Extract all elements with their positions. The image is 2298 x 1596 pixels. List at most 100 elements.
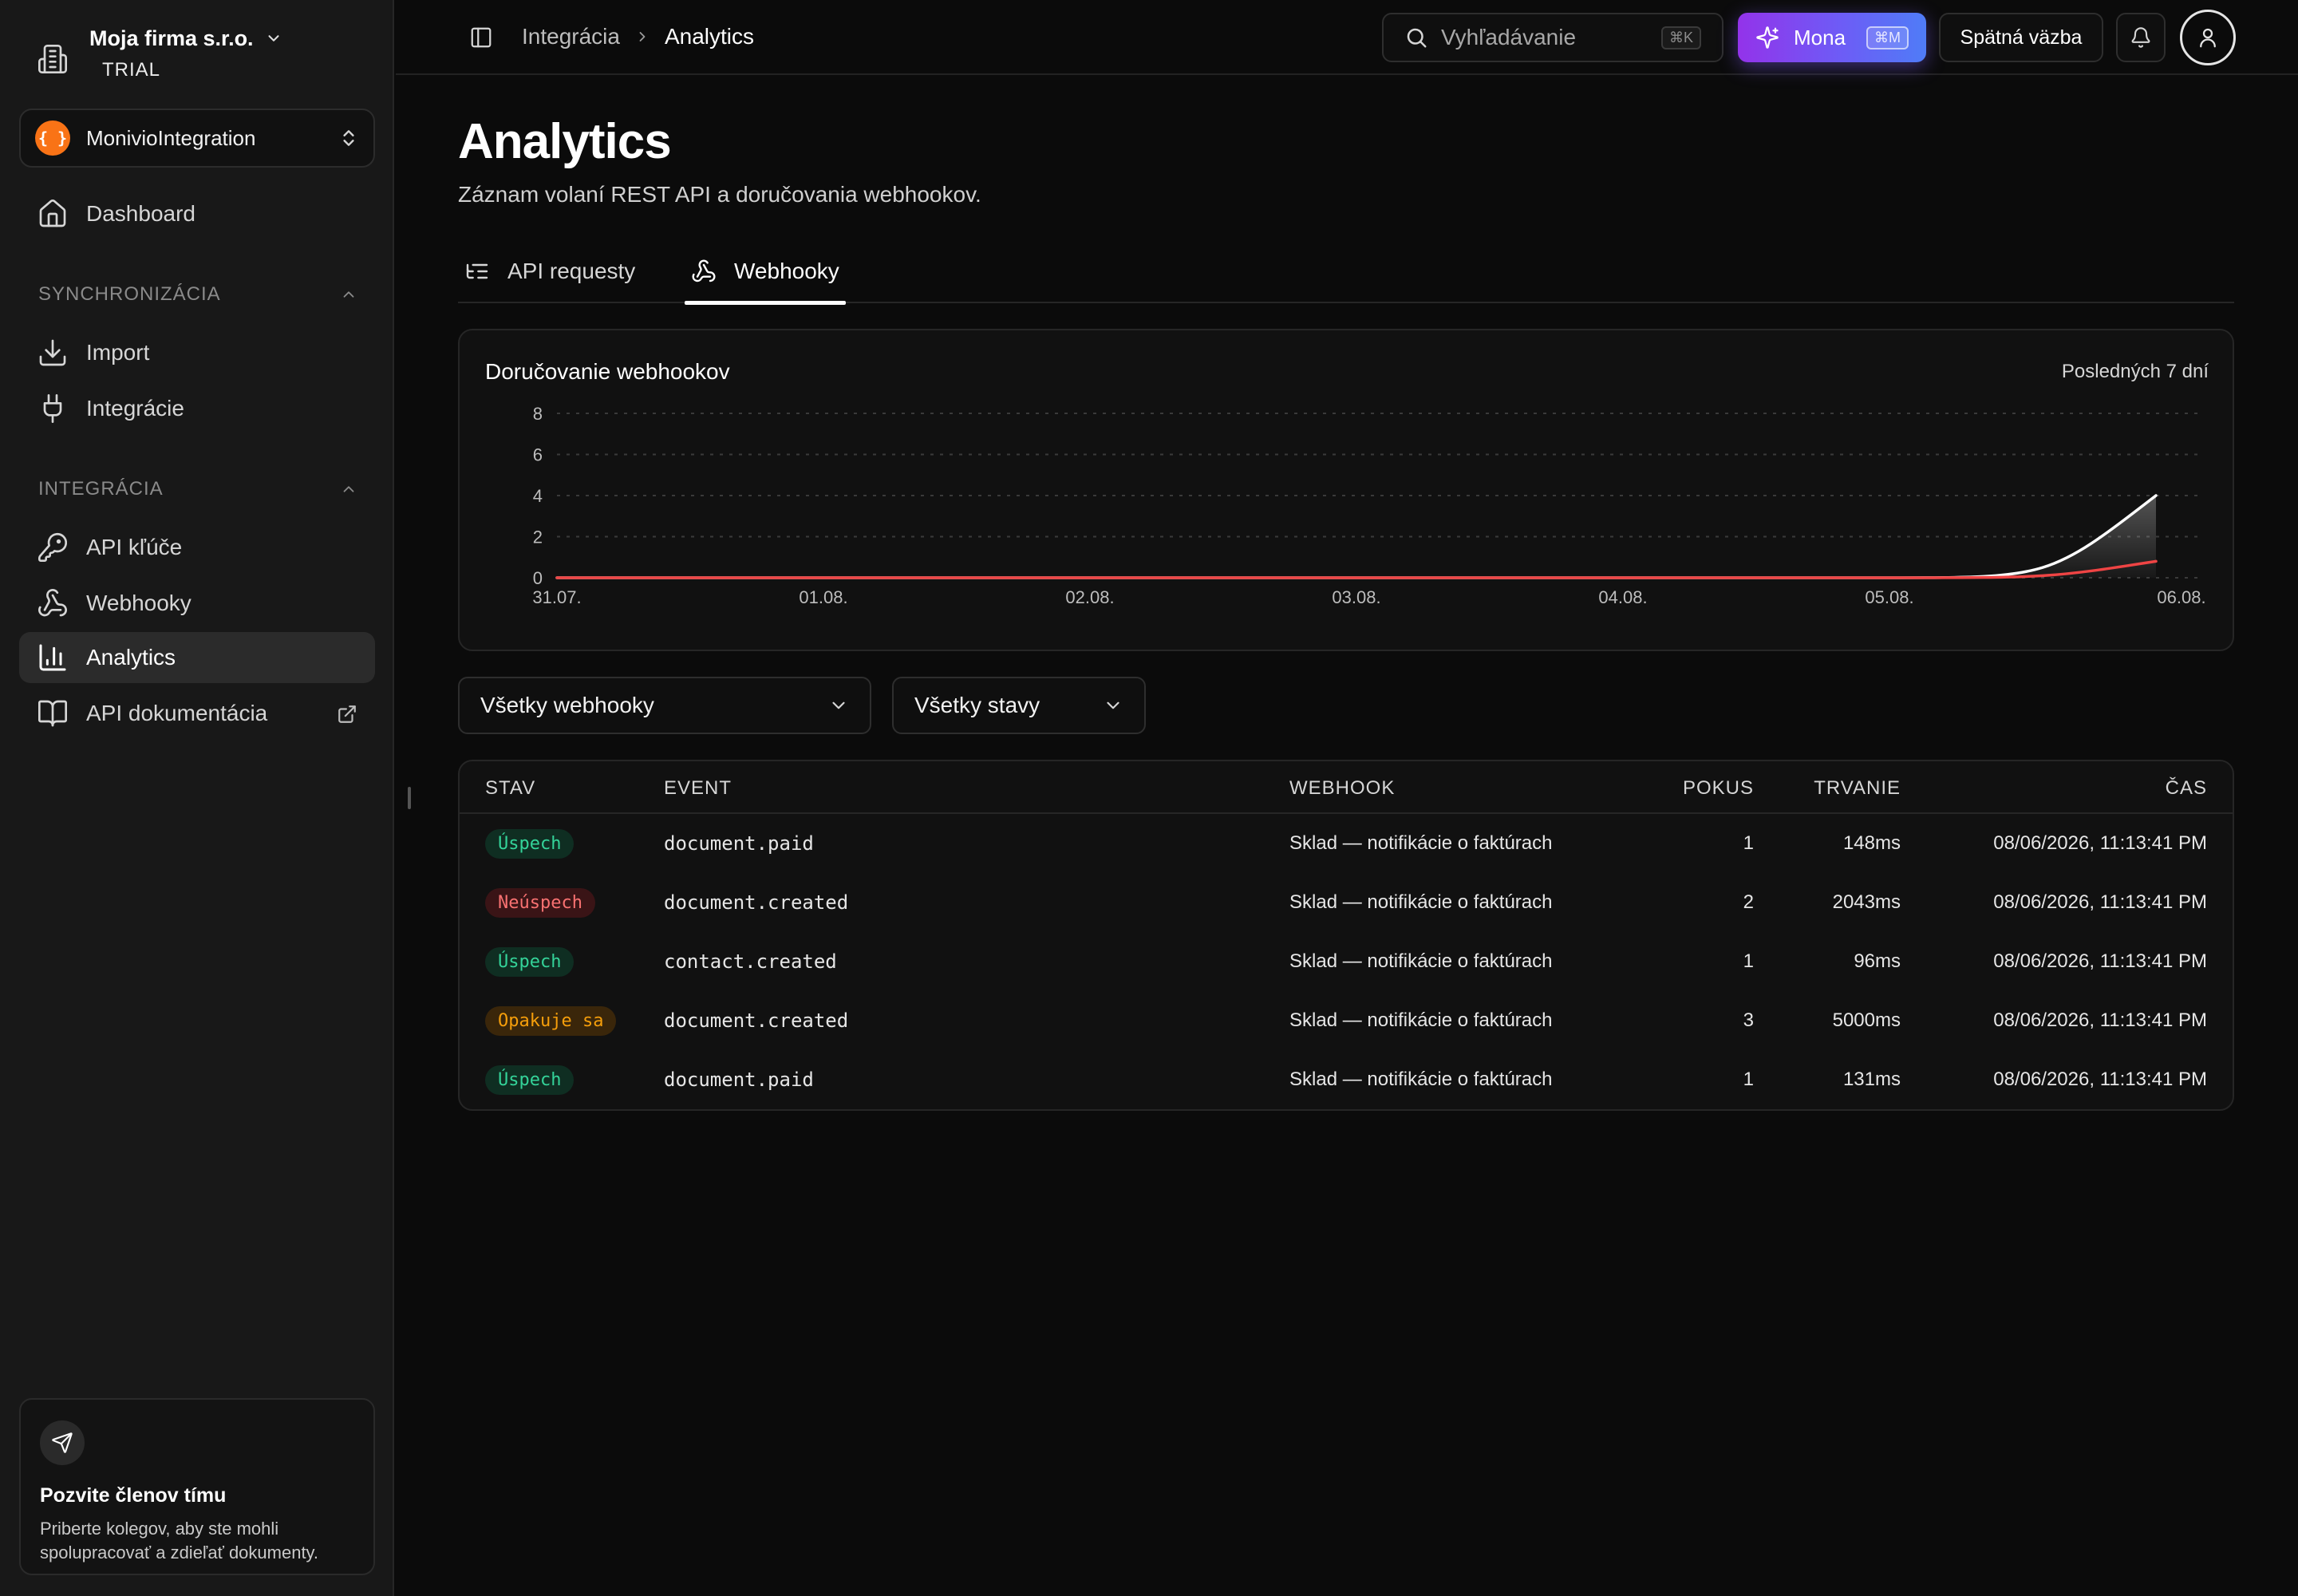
cell-attempt: 1	[1743, 832, 1754, 854]
plan-badge: TRIAL	[102, 59, 161, 81]
cell-attempt: 1	[1743, 950, 1754, 972]
breadcrumb-parent[interactable]: Integrácia	[522, 24, 620, 49]
webhook-icon	[692, 259, 716, 282]
cell-event: document.created	[664, 891, 849, 914]
cell-webhook: Sklad — notifikácie o faktúrach	[1289, 891, 1553, 913]
company-switcher[interactable]: Moja firma s.r.o. TRIAL	[37, 22, 356, 86]
sidebar: Moja firma s.r.o. TRIAL { } MonivioInteg…	[0, 0, 394, 1596]
x-tick-label: 01.08.	[799, 587, 847, 607]
sidebar-item-integracie[interactable]: Integrácie	[19, 383, 375, 434]
x-tick-label: 03.08.	[1332, 587, 1380, 607]
page-title: Analytics	[458, 114, 672, 169]
cell-webhook: Sklad — notifikácie o faktúrach	[1289, 1069, 1553, 1090]
sidebar-item-label: Analytics	[86, 645, 176, 670]
mona-ai-button[interactable]: Mona ⌘M	[1738, 13, 1926, 62]
webhook-icon	[38, 589, 67, 617]
status-badge: Neúspech	[485, 887, 595, 918]
sidebar-item-dashboard[interactable]: Dashboard	[19, 188, 375, 239]
col-pokus: POKUS	[1682, 777, 1754, 799]
cell-webhook: Sklad — notifikácie o faktúrach	[1289, 1009, 1553, 1031]
sidebar-item-import[interactable]: Import	[19, 327, 375, 378]
col-stav: STAV	[485, 777, 536, 799]
organization-selector[interactable]: { } MonivioIntegration	[19, 109, 375, 168]
sparkles-icon	[1756, 26, 1779, 49]
top-bar: Integrácia Analytics Vyhľadávanie ⌘K Mon…	[396, 0, 2298, 75]
home-icon	[39, 200, 66, 227]
status-filter-value: Všetky stavy	[914, 693, 1040, 717]
org-name: MonivioIntegration	[86, 125, 256, 150]
chevron-right-icon	[639, 32, 646, 41]
x-tick-label: 05.08.	[1865, 587, 1913, 607]
table-row[interactable]: Úspech document.paid Sklad — notifikácie o…	[460, 814, 2233, 873]
cell-duration: 148ms	[1842, 832, 1901, 854]
col-event: EVENT	[664, 777, 732, 799]
cell-duration: 5000ms	[1832, 1009, 1901, 1031]
tab-api-requests[interactable]: API requesty	[464, 239, 635, 303]
cell-attempt: 3	[1743, 1009, 1754, 1031]
status-badge: Opakuje sa	[485, 1005, 617, 1036]
cell-attempt: 2	[1743, 891, 1754, 913]
section-label: SYNCHRONIZÁCIA	[38, 283, 221, 305]
plug-icon	[43, 394, 62, 423]
status-filter-select[interactable]: Všetky stavy	[892, 677, 1146, 734]
sidebar-item-api-docs[interactable]: API dokumentácia	[19, 688, 375, 739]
tab-bar: API requesty Webhooky	[458, 239, 2234, 305]
feedback-button[interactable]: Spätná väzba	[1939, 13, 2103, 62]
webhook-delivery-chart: 0 2 4 6 8 31.07. 01.08. 02.08. 03.08. 04.08. 05.08…	[532, 404, 2205, 607]
status-badge: Úspech	[485, 946, 574, 977]
external-link-icon	[338, 705, 356, 723]
table-row[interactable]: Úspech contact.created Sklad — notifikácie…	[460, 932, 2233, 991]
cell-event: document.paid	[664, 832, 814, 855]
cell-time: 08/06/2026, 11:13:41 PM	[1993, 1069, 2207, 1090]
webhook-filter-value: Všetky webhooky	[480, 693, 654, 717]
list-tree-icon	[466, 263, 488, 279]
sidebar-resize-handle[interactable]	[408, 787, 411, 809]
user-avatar[interactable]	[2180, 10, 2236, 65]
cell-status: Úspech	[485, 814, 574, 873]
x-tick-label: 02.08.	[1065, 587, 1114, 607]
breadcrumb: Integrácia Analytics	[522, 24, 754, 49]
sidebar-item-label: Webhooky	[86, 591, 192, 615]
sidebar-item-webhooky[interactable]: Webhooky	[19, 578, 375, 629]
cell-time: 08/06/2026, 11:13:41 PM	[1993, 1009, 2207, 1031]
panel-left-icon[interactable]	[469, 26, 493, 49]
cell-event: document.paid	[664, 1069, 814, 1091]
cell-duration: 2043ms	[1832, 891, 1901, 913]
section-label: INTEGRÁCIA	[38, 478, 164, 500]
status-badge: Úspech	[485, 1065, 574, 1095]
col-webhook: WEBHOOK	[1289, 777, 1396, 799]
sidebar-item-api-keys[interactable]: API kľúče	[19, 522, 375, 573]
sidebar-item-label: Dashboard	[86, 201, 195, 226]
table-row[interactable]: Úspech document.paid Sklad — notifikácie o…	[460, 1050, 2233, 1109]
book-open-icon	[38, 700, 67, 727]
chevron-down-icon	[268, 35, 279, 41]
y-tick-label: 0	[533, 568, 543, 588]
section-integracia[interactable]: INTEGRÁCIA	[38, 477, 357, 501]
webhook-filter-select[interactable]: Všetky webhooky	[458, 677, 871, 734]
sidebar-item-label: Import	[86, 340, 150, 365]
tab-webhooky[interactable]: Webhooky	[685, 239, 846, 305]
invite-team-card[interactable]: Pozvite členov tímu Priberte kolegov, ab…	[19, 1398, 375, 1575]
cell-event: contact.created	[664, 950, 837, 973]
y-tick-label: 4	[533, 486, 543, 506]
sidebar-item-analytics[interactable]: Analytics	[19, 632, 375, 683]
org-logo: { }	[35, 120, 70, 156]
search-input[interactable]: Vyhľadávanie ⌘K	[1382, 13, 1724, 62]
invite-description: Priberte kolegov, aby ste mohli spolupra…	[40, 1519, 319, 1562]
col-trvanie: TRVANIE	[1814, 777, 1901, 799]
chevron-down-icon	[1107, 701, 1119, 709]
notifications-button[interactable]	[2116, 13, 2166, 62]
webhook-deliveries-table: STAV EVENT WEBHOOK POKUS TRVANIE ČAS Úsp…	[458, 760, 2234, 1111]
breadcrumb-current: Analytics	[664, 24, 755, 49]
search-icon	[1407, 28, 1427, 48]
section-synchronizacia[interactable]: SYNCHRONIZÁCIA	[38, 282, 357, 306]
x-tick-label: 31.07.	[532, 587, 581, 607]
cell-status: Úspech	[485, 932, 574, 991]
cell-time: 08/06/2026, 11:13:41 PM	[1993, 891, 2207, 913]
user-icon	[2200, 28, 2216, 48]
download-icon	[39, 339, 66, 366]
table-row[interactable]: Opakuje sa document.created Sklad — notifi…	[460, 991, 2233, 1050]
table-row[interactable]: Neúspech document.created Sklad — notifiká…	[460, 873, 2233, 932]
y-tick-label: 8	[533, 404, 543, 424]
key-icon	[38, 532, 68, 562]
